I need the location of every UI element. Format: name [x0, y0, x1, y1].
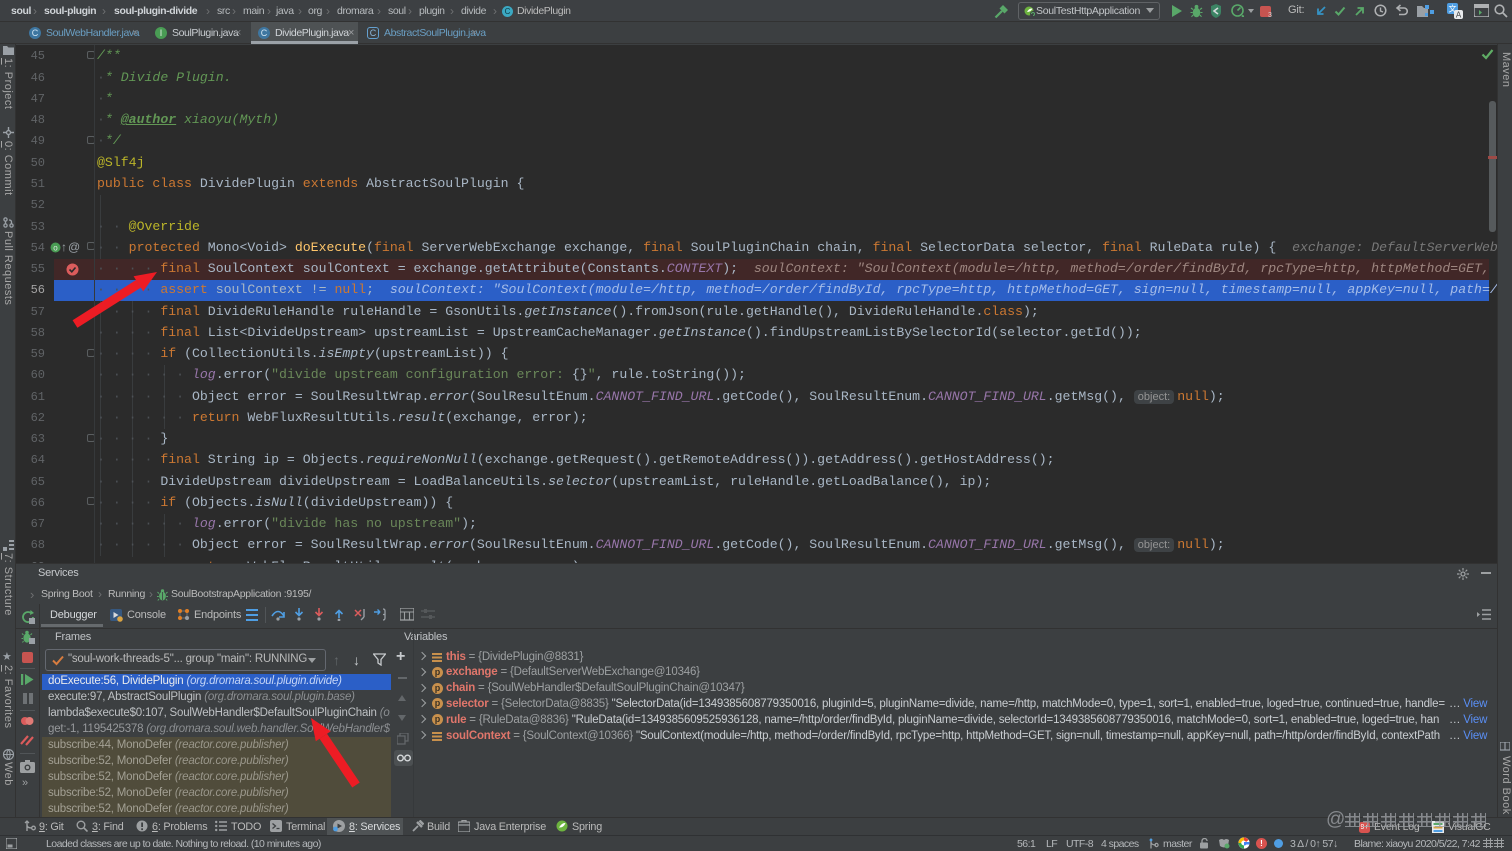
svg-text:o: o — [53, 243, 58, 252]
svg-text:A: A — [1456, 11, 1462, 20]
